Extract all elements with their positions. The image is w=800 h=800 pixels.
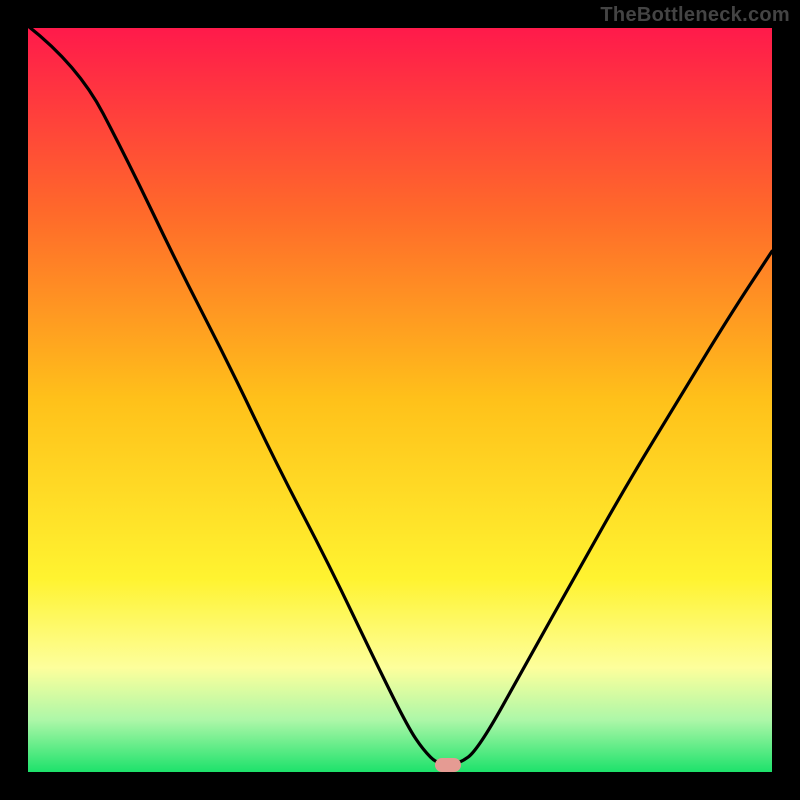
plot-background <box>28 28 772 772</box>
chart-stage: TheBottleneck.com <box>0 0 800 800</box>
bottleneck-chart <box>0 0 800 800</box>
watermark-text: TheBottleneck.com <box>600 4 790 27</box>
optimal-point-marker <box>435 758 461 772</box>
